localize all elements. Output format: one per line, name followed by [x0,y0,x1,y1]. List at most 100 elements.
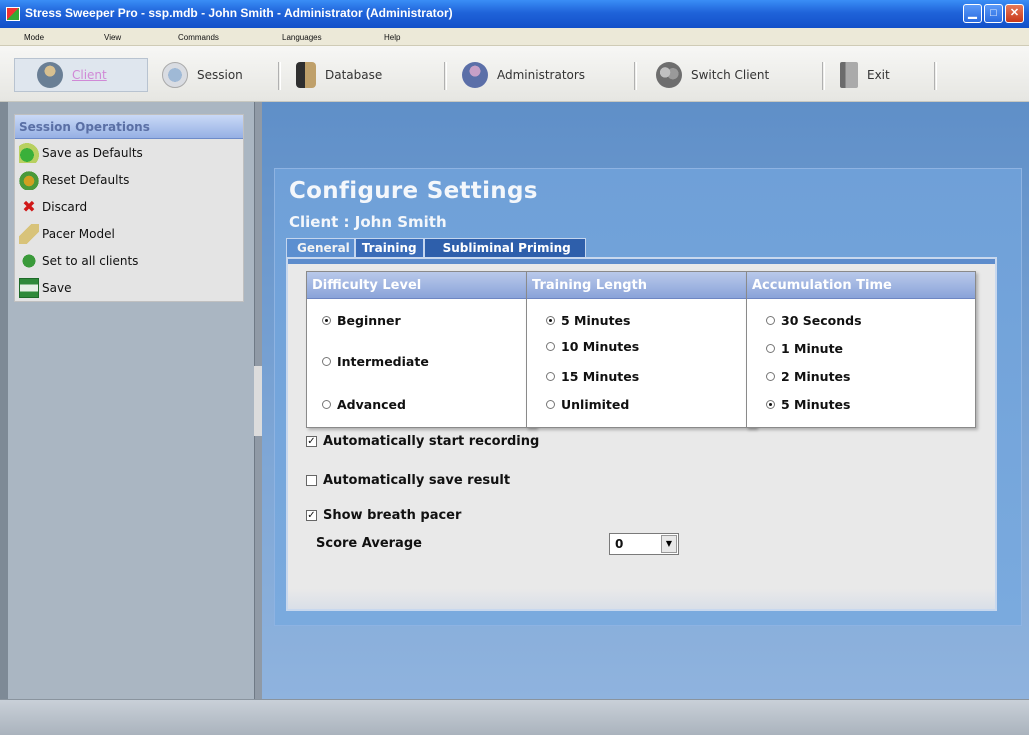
checkbox-checked: ✓ [306,436,317,447]
save-label: Save [42,280,72,295]
close-button[interactable]: ✕ [1005,4,1024,23]
radio-dot [322,400,331,409]
maximize-button[interactable]: □ [984,4,1003,23]
left-edge [0,102,8,699]
save-item[interactable]: Save [15,274,243,301]
toolbar-administrators-label: Administrators [497,68,586,82]
client-icon [37,62,63,88]
menu-languages[interactable]: Languages [282,33,322,42]
main-toolbar: Client Session Database Administrators S… [0,46,1029,102]
session-operations-header: Session Operations [15,115,243,139]
accumulation-time-header: Accumulation Time [747,272,975,299]
radio-15-minutes[interactable]: 15 Minutes [546,369,639,384]
radio-unlimited[interactable]: Unlimited [546,397,629,412]
menu-help[interactable]: Help [384,33,400,42]
pacer-model-label: Pacer Model [42,226,115,241]
tab-general[interactable]: General [286,238,355,258]
set-to-all-clients-item[interactable]: Set to all clients [15,247,243,274]
menu-mode[interactable]: Mode [24,33,44,42]
difficulty-level-header: Difficulty Level [307,272,535,299]
radio-advanced-label: Advanced [337,397,406,412]
toolbar-administrators-button[interactable]: Administrators [462,58,585,92]
administrators-icon [462,62,488,88]
toolbar-separator [278,62,281,90]
radio-advanced[interactable]: Advanced [322,397,406,412]
training-length-header: Training Length [527,272,755,299]
radio-dot [766,316,775,325]
radio-dot [766,344,775,353]
reset-defaults-item[interactable]: Reset Defaults [15,166,243,193]
save-defaults-icon [19,142,39,163]
session-icon [162,62,188,88]
checkbox-unchecked [306,475,317,486]
radio-beginner[interactable]: Beginner [322,313,401,328]
discard-icon: ✖ [22,196,36,216]
tab-training[interactable]: Training [354,238,424,258]
auto-save-result-label: Automatically save result [323,473,511,488]
minimize-button[interactable]: ▁ [963,4,982,23]
set-all-clients-icon [19,250,39,271]
score-average-label: Score Average [316,536,422,551]
radio-1-minute[interactable]: 1 Minute [766,341,843,356]
radio-10-minutes[interactable]: 10 Minutes [546,339,639,354]
app-icon [6,7,20,21]
toolbar-switch-client-button[interactable]: Switch Client [656,58,769,92]
radio-dot [546,400,555,409]
discard-item[interactable]: ✖ Discard [15,193,243,220]
radio-30-seconds[interactable]: 30 Seconds [766,313,862,328]
save-as-defaults-item[interactable]: Save as Defaults [15,139,243,166]
radio-10-minutes-label: 10 Minutes [561,339,640,354]
page-title: Configure Settings [289,178,538,204]
reset-defaults-icon [19,169,39,190]
menu-view[interactable]: View [104,33,121,42]
toolbar-switch-client-label: Switch Client [691,68,770,82]
radio-5-minutes-length[interactable]: 5 Minutes [546,313,630,328]
toolbar-client-label: Client [72,68,107,82]
chevron-down-icon[interactable]: ▼ [661,535,677,553]
radio-5-minutes-accumulation[interactable]: 5 Minutes [766,397,850,412]
radio-beginner-label: Beginner [337,313,401,328]
toolbar-separator [444,62,447,90]
radio-intermediate[interactable]: Intermediate [322,354,429,369]
session-operations-panel: Session Operations Save as Defaults Rese… [14,114,244,302]
tab-subliminal-priming[interactable]: Subliminal Priming [423,238,586,258]
window-title: Stress Sweeper Pro - ssp.mdb - John Smit… [25,6,453,20]
radio-dot [546,342,555,351]
toolbar-session-button[interactable]: Session [162,58,243,92]
radio-intermediate-label: Intermediate [337,354,429,369]
save-icon [19,277,39,298]
save-as-defaults-label: Save as Defaults [42,145,143,160]
toolbar-database-button[interactable]: Database [296,58,382,92]
radio-dot-selected [322,316,331,325]
discard-label: Discard [42,199,88,214]
toolbar-client-button[interactable]: Client [14,58,148,92]
radio-2-minutes[interactable]: 2 Minutes [766,369,850,384]
auto-save-result-checkbox[interactable]: Automatically save result [306,473,510,488]
score-average-value: 0 [615,537,624,551]
show-breath-pacer-checkbox[interactable]: ✓ Show breath pacer [306,508,461,523]
pacer-model-item[interactable]: Pacer Model [15,220,243,247]
splitter-grip[interactable] [254,366,262,436]
toolbar-separator [934,62,937,90]
radio-dot [766,372,775,381]
menu-bar: Mode View Commands Languages Help [0,28,1029,46]
title-bar: Stress Sweeper Pro - ssp.mdb - John Smit… [0,0,1029,28]
radio-1-minute-label: 1 Minute [781,341,844,356]
radio-dot-selected [766,400,775,409]
radio-30-seconds-label: 30 Seconds [781,313,862,328]
database-icon [296,62,316,88]
toolbar-separator [822,62,825,90]
exit-icon [840,62,858,88]
toolbar-database-label: Database [325,68,383,82]
radio-15-minutes-label: 15 Minutes [561,369,640,384]
radio-dot-selected [546,316,555,325]
toolbar-exit-button[interactable]: Exit [840,58,890,92]
auto-start-recording-checkbox[interactable]: ✓ Automatically start recording [306,434,539,449]
radio-5-minutes-length-label: 5 Minutes [561,313,631,328]
score-average-select[interactable]: 0 ▼ [609,533,679,555]
radio-5-minutes-accumulation-label: 5 Minutes [781,397,851,412]
status-bar [0,699,1029,735]
reset-defaults-label: Reset Defaults [42,172,130,187]
radio-2-minutes-label: 2 Minutes [781,369,851,384]
menu-commands[interactable]: Commands [178,33,219,42]
